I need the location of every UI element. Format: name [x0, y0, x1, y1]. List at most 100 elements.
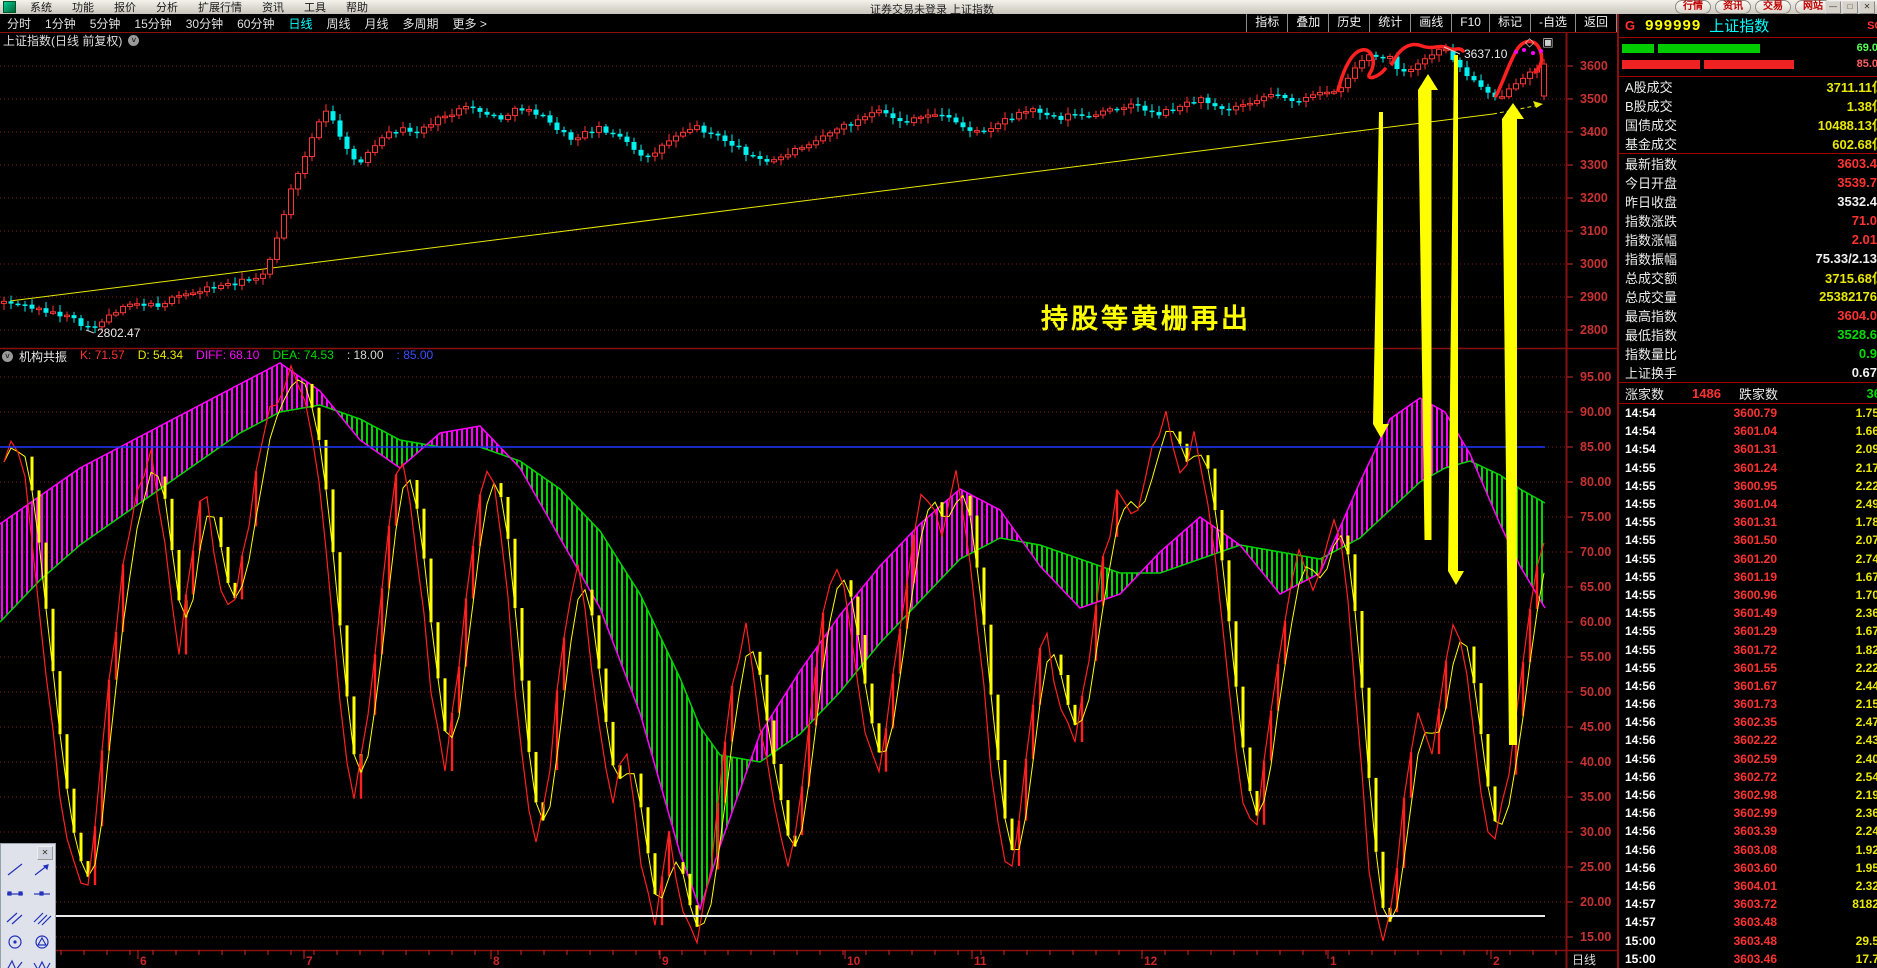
channel-lines-icon[interactable] — [28, 907, 55, 929]
period-tab[interactable]: 60分钟 — [230, 15, 281, 32]
period-tab[interactable]: 月线 — [358, 15, 396, 32]
drawing-toolbar-header[interactable]: ✕ — [1, 844, 55, 860]
zigzag-tool-icon[interactable] — [1, 955, 28, 968]
time-sales-list[interactable]: 14:54 3600.79 1.75↑ 14:54 3601.04 1.66↑ 14:54 3… — [1619, 404, 1877, 968]
tick-row: 14:56 3601.73 2.15↑ — [1619, 695, 1877, 713]
segment-icon[interactable] — [1, 883, 28, 905]
svg-text:40.00: 40.00 — [1580, 755, 1611, 769]
menu-item[interactable]: 工具 — [294, 2, 336, 14]
svg-text:8: 8 — [493, 954, 500, 968]
period-tab[interactable]: 更多 > — [446, 15, 494, 32]
svg-text:35.00: 35.00 — [1580, 790, 1611, 804]
tick-cell: 15:00 — [1625, 933, 1656, 948]
tool-button[interactable]: 返回 — [1574, 14, 1617, 32]
quote-value: 10488.13亿 — [1817, 118, 1877, 133]
menu-item[interactable]: 功能 — [62, 2, 104, 14]
trend-line-icon[interactable] — [1, 859, 28, 881]
tool-button[interactable]: 标记 — [1488, 14, 1530, 32]
svg-text:3500: 3500 — [1580, 92, 1608, 106]
circle-tool-icon[interactable] — [1, 931, 28, 953]
period-tab[interactable]: 30分钟 — [179, 15, 230, 32]
period-tab[interactable]: 日线 — [281, 15, 319, 32]
tick-cell: 14:55 — [1625, 587, 1656, 602]
close-icon[interactable]: ✕ — [37, 846, 53, 860]
tool-button[interactable]: -自选 — [1529, 14, 1575, 32]
svg-text:2900: 2900 — [1580, 290, 1608, 304]
period-tab[interactable]: 周线 — [319, 15, 357, 32]
menu-item[interactable]: 分析 — [146, 2, 188, 14]
quote-value: 3711.11亿 — [1826, 80, 1877, 95]
stock-code[interactable]: 999999 — [1645, 17, 1701, 34]
app-logo-icon — [3, 1, 16, 13]
svg-text:2800: 2800 — [1580, 323, 1608, 337]
tool-button[interactable]: 历史 — [1328, 14, 1369, 32]
tick-row: 14:54 3601.04 1.66↑ — [1619, 422, 1877, 440]
period-tab[interactable]: 多周期 — [396, 15, 446, 32]
chevron-down-icon[interactable]: ˅ — [128, 35, 140, 46]
maximize-icon[interactable]: □ — [1842, 1, 1858, 14]
tick-cell: 3603.48 — [1733, 933, 1777, 948]
menu-item[interactable]: 帮助 — [336, 2, 378, 14]
tick-row: 14:55 3601.19 1.67↑ — [1619, 568, 1877, 586]
menu-item[interactable]: 资讯 — [252, 2, 294, 14]
tick-cell: 14:56 — [1625, 678, 1656, 693]
close-icon[interactable]: ✕ — [1859, 1, 1875, 14]
tick-cell: 3600.95 — [1733, 478, 1777, 493]
main-chart-canvas[interactable]: 3600 3500 3400 3300 3200 3100 3000 2900 2800 95.0… — [0, 0, 1617, 968]
period-tab[interactable]: 15分钟 — [127, 15, 178, 32]
tool-button[interactable]: 叠加 — [1287, 14, 1328, 32]
diamond-icon[interactable]: ◇ — [1525, 35, 1534, 49]
tick-cell: 14:56 — [1625, 697, 1656, 712]
svg-text:3200: 3200 — [1580, 191, 1608, 205]
minimize-icon[interactable]: — — [1825, 1, 1841, 14]
tick-cell: 2.74↑ — [1855, 551, 1877, 566]
advancers-value: 1486 — [1692, 385, 1721, 401]
tick-cell: 3601.24 — [1733, 460, 1777, 475]
svg-text:75.00: 75.00 — [1580, 510, 1611, 524]
split-panel-icon[interactable]: ▣ — [1542, 35, 1553, 49]
stock-name[interactable]: 上证指数 — [1709, 15, 1769, 36]
menu-item[interactable]: 系统 — [20, 2, 62, 14]
tick-cell: 2.24↑ — [1855, 824, 1877, 839]
quick-button[interactable]: 资讯 — [1715, 0, 1751, 14]
tick-cell: 14:55 — [1625, 551, 1656, 566]
tick-cell: 1.78↑ — [1855, 515, 1877, 530]
tick-cell: 14:55 — [1625, 515, 1656, 530]
chevron-down-icon[interactable]: ˅ — [2, 351, 13, 362]
tick-row: 14:56 3604.01 2.32↑ — [1619, 877, 1877, 895]
menu-item[interactable]: 报价 — [104, 2, 146, 14]
arrow-line-icon[interactable] — [28, 859, 55, 881]
period-tab[interactable]: 5分钟 — [83, 15, 128, 32]
quick-button[interactable]: 行情 — [1675, 0, 1711, 14]
quote-value: 1.38亿 — [1846, 99, 1877, 114]
tool-button[interactable]: F10 — [1451, 14, 1489, 32]
svg-text:65.00: 65.00 — [1580, 580, 1611, 594]
tick-cell: 1.66↑ — [1855, 424, 1877, 439]
window-controls: — □ ✕ — [1825, 1, 1875, 14]
svg-text:10: 10 — [847, 954, 861, 968]
tick-cell: 3604.01 — [1733, 878, 1777, 893]
tick-cell: 3603.39 — [1733, 824, 1777, 839]
ray-segment-icon[interactable] — [28, 883, 55, 905]
tick-cell: 14:55 — [1625, 642, 1656, 657]
period-tab[interactable]: 分时 — [0, 15, 38, 32]
quick-button[interactable]: 交易 — [1755, 0, 1791, 14]
tool-button[interactable]: 统计 — [1369, 14, 1410, 32]
tick-cell: 3602.98 — [1733, 788, 1777, 803]
menu-item[interactable]: 扩展行情 — [188, 2, 252, 14]
parallel-lines-icon[interactable] — [1, 907, 28, 929]
tick-row: 14:56 3602.22 2.43↑ — [1619, 731, 1877, 749]
tick-cell: 3601.31 — [1733, 515, 1777, 530]
wave-tool-icon[interactable] — [28, 955, 55, 968]
tool-button[interactable]: 指标 — [1246, 14, 1287, 32]
svg-text:90.00: 90.00 — [1580, 405, 1611, 419]
circle-triangle-tool-icon[interactable] — [28, 931, 55, 953]
tick-row: 14:55 3601.31 1.78↑ — [1619, 513, 1877, 531]
tool-button[interactable]: 画线 — [1410, 14, 1451, 32]
tick-cell: 17.7↑ — [1855, 951, 1877, 966]
period-tab[interactable]: 1分钟 — [38, 15, 83, 32]
advancers-label: 涨家数 — [1625, 386, 1665, 402]
tick-row: 14:573603.480 — [1619, 913, 1877, 931]
svg-text:3400: 3400 — [1580, 125, 1608, 139]
svg-text:2802.47: 2802.47 — [97, 326, 141, 340]
